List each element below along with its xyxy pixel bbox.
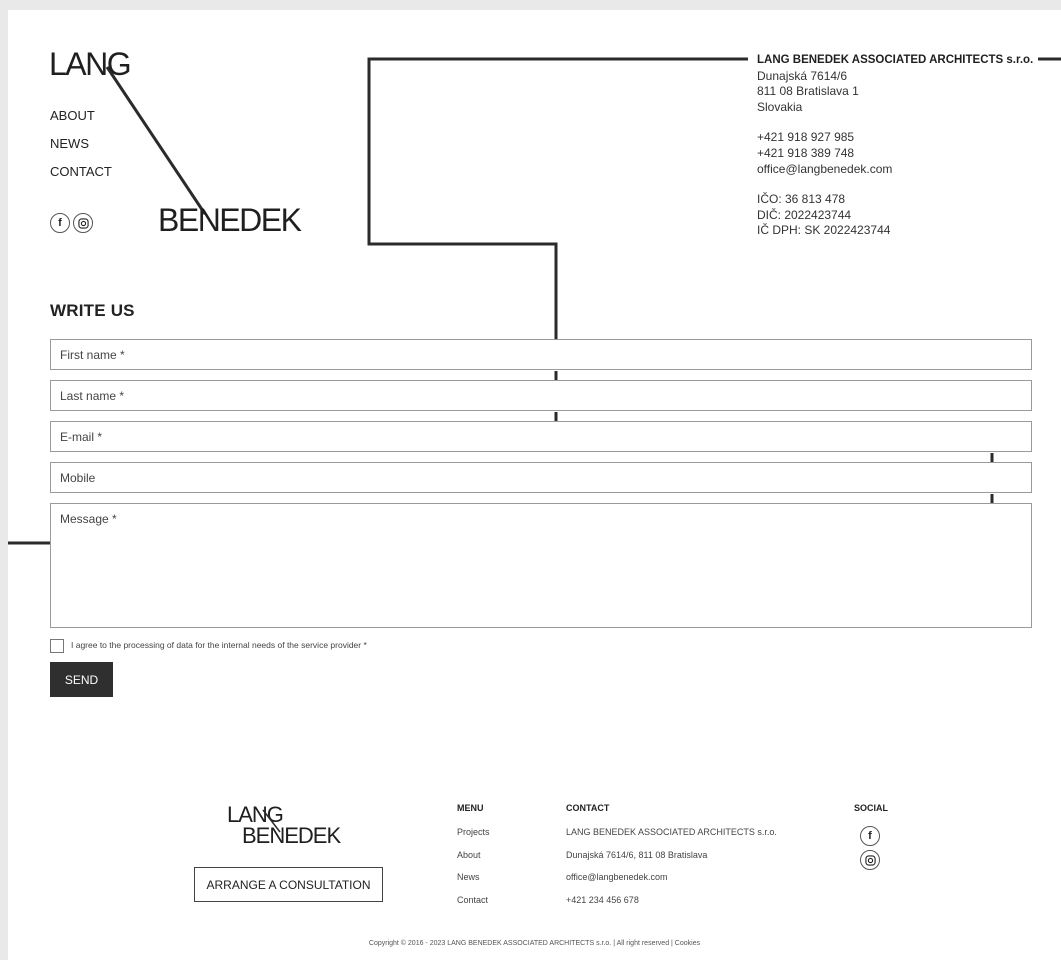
footer-logo-benedek[interactable]: BENEDEK — [242, 823, 341, 849]
address-line1: Dunajská 7614/6 — [757, 68, 848, 83]
agree-label: I agree to the processing of data for th… — [71, 640, 367, 650]
mobile-field[interactable]: Mobile — [50, 462, 1032, 493]
send-button[interactable]: SEND — [50, 662, 113, 697]
footer-menu-title: MENU — [457, 803, 484, 813]
footer-contact: LANG BENEDEK ASSOCIATED ARCHITECTS s.r.o… — [566, 826, 777, 916]
phone-2[interactable]: +421 918 389 748 — [757, 146, 1037, 162]
footer-menu-news[interactable]: News — [457, 871, 490, 894]
footer-social-title: SOCIAL — [854, 803, 889, 813]
footer-menu: Projects About News Contact — [457, 826, 490, 916]
logo-benedek[interactable]: BENEDEK — [158, 202, 302, 239]
footer-address: Dunajská 7614/6, 811 08 Bratislava — [566, 849, 708, 860]
facebook-icon[interactable]: f — [50, 213, 70, 233]
ic-dph: IČ DPH: SK 2022423744 — [757, 223, 891, 238]
company-name: LANG BENEDEK ASSOCIATED ARCHITECTS s.r.o… — [757, 53, 1038, 69]
footer-phone[interactable]: +421 234 456 678 — [566, 894, 777, 917]
nav-item-about[interactable]: ABOUT — [50, 108, 112, 136]
footer-menu-projects[interactable]: Projects — [457, 826, 490, 849]
first-name-field[interactable]: First name * — [50, 339, 1032, 370]
main-nav: ABOUT NEWS CONTACT — [50, 108, 112, 192]
company-info: LANG BENEDEK ASSOCIATED ARCHITECTS s.r.o… — [757, 52, 1038, 239]
footer-facebook-icon[interactable]: f — [860, 826, 880, 846]
message-field[interactable]: Message * — [50, 503, 1032, 628]
nav-item-news[interactable]: NEWS — [50, 136, 112, 164]
footer-instagram-icon[interactable] — [860, 850, 880, 870]
nav-item-contact[interactable]: CONTACT — [50, 164, 112, 192]
country: Slovakia — [757, 99, 803, 114]
footer-menu-about[interactable]: About — [457, 849, 490, 872]
arrange-consultation-button[interactable]: ARRANGE A CONSULTATION — [194, 867, 383, 902]
instagram-icon[interactable] — [73, 213, 93, 233]
header-social: f — [50, 213, 93, 233]
copyright: Copyright © 2016 - 2023 LANG BENEDEK ASS… — [368, 940, 701, 947]
footer-contact-title: CONTACT — [566, 803, 610, 813]
footer-company-name: LANG BENEDEK ASSOCIATED ARCHITECTS s.r.o… — [566, 827, 777, 837]
logo-lang[interactable]: LANG — [49, 46, 132, 83]
agree-checkbox[interactable] — [50, 639, 64, 653]
form-title: WRITE US — [50, 301, 135, 320]
email-field[interactable]: E-mail * — [50, 421, 1032, 452]
page: LANG BENEDEK ABOUT NEWS CONTACT f LANG B… — [8, 10, 1061, 960]
phone-1[interactable]: +421 918 927 985 — [757, 130, 1037, 146]
dic: DIČ: 2022423744 — [757, 207, 852, 222]
footer-email[interactable]: office@langbenedek.com — [566, 871, 777, 894]
address-line2: 811 08 Bratislava 1 — [757, 84, 859, 99]
footer-menu-contact[interactable]: Contact — [457, 894, 490, 917]
last-name-field[interactable]: Last name * — [50, 380, 1032, 411]
ico: IČO: 36 813 478 — [757, 192, 846, 207]
email-link[interactable]: office@langbenedek.com — [757, 162, 1037, 178]
footer-social: f — [860, 826, 880, 870]
